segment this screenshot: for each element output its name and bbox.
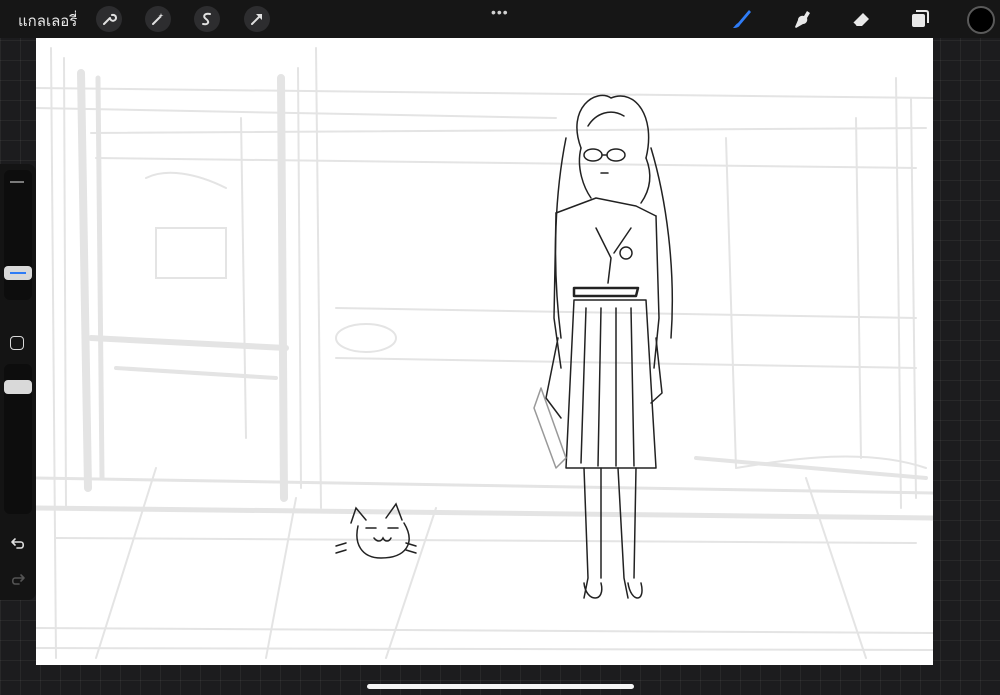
drawing-canvas[interactable] [36, 38, 933, 665]
brush-size-handle[interactable] [4, 266, 32, 280]
top-toolbar: แกลเลอรี่ ••• [0, 0, 1000, 38]
home-indicator[interactable] [367, 684, 634, 689]
brush-icon[interactable] [728, 5, 756, 33]
redo-arrow-icon[interactable] [9, 570, 27, 588]
sketch-artwork [36, 47, 933, 659]
girl-sketch [533, 94, 674, 599]
opacity-handle[interactable] [4, 380, 32, 394]
gallery-button[interactable]: แกลเลอรี่ [18, 9, 77, 33]
brush-size-indicator [10, 272, 26, 274]
selection-icon[interactable] [194, 6, 220, 32]
transform-arrow-icon[interactable] [244, 6, 270, 32]
undo-arrow-icon[interactable] [9, 534, 27, 552]
smudge-icon[interactable] [788, 5, 816, 33]
wrench-icon[interactable] [96, 6, 122, 32]
left-sidebar [0, 164, 36, 600]
square-modify-icon[interactable] [10, 336, 24, 350]
eraser-icon[interactable] [847, 5, 875, 33]
color-picker-swatch[interactable] [967, 6, 995, 34]
more-options-dots[interactable]: ••• [491, 5, 509, 19]
brush-size-tick [10, 181, 24, 183]
background-guide-strokes [36, 47, 933, 659]
brush-size-slider[interactable] [4, 170, 32, 300]
layers-icon[interactable] [906, 5, 934, 33]
magic-wand-icon[interactable] [145, 6, 171, 32]
